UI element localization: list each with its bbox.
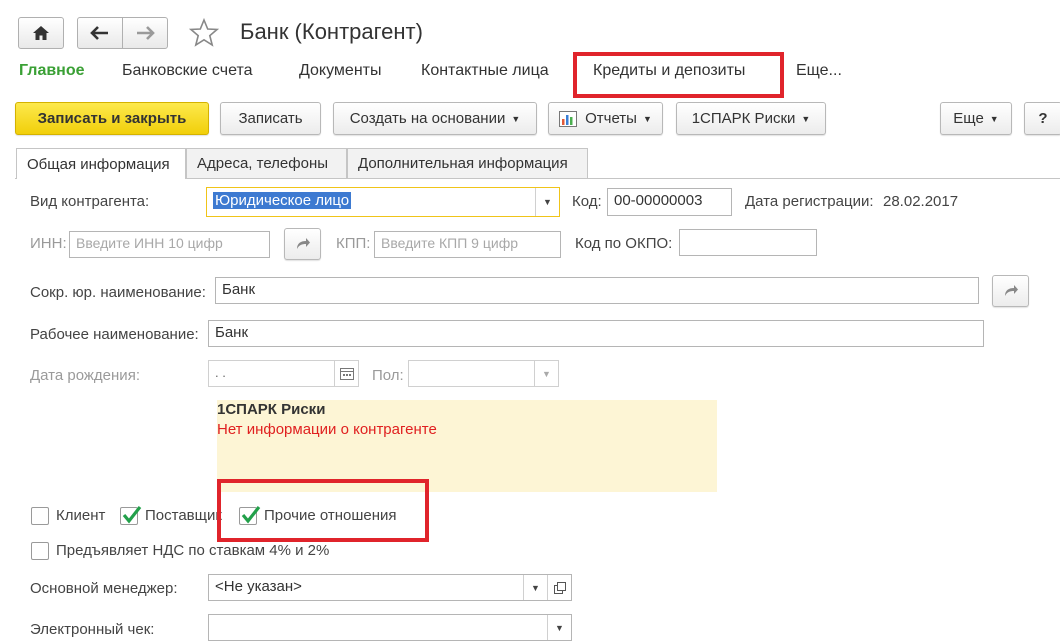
okpo-input[interactable] [679, 229, 817, 256]
spark-panel-title: 1СПАРК Риски [217, 401, 326, 418]
chevron-down-icon[interactable]: ▼ [534, 361, 558, 386]
kind-select[interactable]: Юридическое лицо ▼ [206, 187, 560, 217]
reports-label: Отчеты [585, 110, 637, 127]
save-button[interactable]: Записать [220, 102, 321, 135]
sex-label: Пол: [372, 367, 404, 384]
more-actions-label: Еще [953, 110, 984, 127]
menu-documents[interactable]: Документы [299, 62, 381, 80]
short-name-label: Сокр. юр. наименование: [30, 284, 206, 301]
save-label: Записать [238, 110, 303, 127]
report-chart-icon [559, 110, 578, 127]
back-button[interactable] [77, 17, 123, 49]
supplier-checkbox[interactable] [120, 506, 142, 525]
chevron-down-icon: ▼ [642, 113, 652, 124]
open-item-icon[interactable] [547, 575, 571, 600]
chevron-down-icon[interactable]: ▼ [535, 188, 559, 216]
short-name-fill-button[interactable] [992, 275, 1029, 307]
help-button[interactable]: ? [1024, 102, 1060, 135]
curved-arrow-icon [1004, 285, 1018, 296]
chevron-down-icon: ▼ [989, 113, 999, 124]
create-based-button[interactable]: Создать на основании ▼ [333, 102, 537, 135]
tab-additional[interactable]: Дополнительная информация [347, 148, 588, 178]
code-label: Код: [572, 193, 602, 210]
kpp-label: КПП: [336, 235, 371, 252]
vat-label[interactable]: Предъявляет НДС по ставкам 4% и 2% [56, 542, 329, 559]
tab-additional-label: Дополнительная информация [358, 155, 568, 172]
menu-main[interactable]: Главное [19, 62, 85, 80]
kpp-input[interactable]: Введите КПП 9 цифр [374, 231, 561, 258]
chevron-down-icon[interactable]: ▼ [547, 615, 571, 640]
more-actions-button[interactable]: Еще ▼ [940, 102, 1012, 135]
reports-button[interactable]: Отчеты ▼ [548, 102, 663, 135]
kind-label: Вид контрагента: [30, 193, 150, 210]
home-icon [33, 26, 49, 40]
help-label: ? [1038, 110, 1048, 127]
menu-more[interactable]: Еще... [796, 62, 842, 80]
tab-addresses[interactable]: Адреса, телефоны [186, 148, 347, 178]
inn-input[interactable]: Введите ИНН 10 цифр [69, 231, 270, 258]
sex-select[interactable]: ▼ [408, 360, 559, 387]
spark-label: 1СПАРК Риски [691, 110, 796, 127]
menu-bank-accounts[interactable]: Банковские счета [122, 62, 252, 80]
kind-value: Юридическое лицо [213, 192, 352, 209]
inn-fill-button[interactable] [284, 228, 321, 260]
reg-date-value: 28.02.2017 [883, 193, 959, 210]
highlight-credits-box [573, 52, 784, 98]
client-label[interactable]: Клиент [56, 507, 105, 524]
birth-date-input[interactable]: . . [208, 360, 359, 387]
create-based-label: Создать на основании [349, 110, 506, 127]
chevron-down-icon: ▼ [511, 113, 521, 124]
manager-value: <Не указан> [215, 578, 302, 595]
birth-label: Дата рождения: [30, 367, 140, 384]
curved-arrow-icon [296, 238, 310, 249]
calendar-icon[interactable] [334, 361, 358, 386]
spark-panel-message[interactable]: Нет информации о контрагенте [217, 421, 437, 438]
code-field[interactable]: 00-00000003 [607, 188, 732, 216]
client-checkbox[interactable] [31, 507, 49, 525]
reg-date-label: Дата регистрации: [745, 193, 874, 210]
chevron-down-icon: ▼ [801, 113, 811, 124]
manager-label: Основной менеджер: [30, 580, 178, 597]
supplier-label[interactable]: Поставщик [145, 507, 222, 524]
highlight-other-relations-box [217, 479, 429, 542]
chevron-down-icon[interactable]: ▼ [523, 575, 547, 600]
tab-general-label: Общая информация [27, 155, 170, 173]
save-close-label: Записать и закрыть [37, 110, 187, 127]
short-name-input[interactable]: Банк [215, 277, 979, 304]
arrow-right-icon [137, 26, 155, 40]
save-close-button[interactable]: Записать и закрыть [15, 102, 209, 135]
forward-button[interactable] [122, 17, 168, 49]
work-name-label: Рабочее наименование: [30, 326, 199, 343]
checkmark-icon [122, 506, 142, 524]
tab-general[interactable]: Общая информация [16, 148, 186, 179]
tab-addresses-label: Адреса, телефоны [197, 155, 329, 172]
receipt-label: Электронный чек: [30, 621, 155, 638]
receipt-select[interactable]: ▼ [208, 614, 572, 641]
spark-button[interactable]: 1СПАРК Риски ▼ [676, 102, 826, 135]
okpo-label: Код по ОКПО: [575, 235, 673, 252]
home-button[interactable] [18, 17, 64, 49]
arrow-left-icon [90, 26, 108, 40]
window-title: Банк (Контрагент) [240, 19, 423, 44]
inn-label: ИНН: [30, 235, 67, 252]
birth-date-value: . . [215, 365, 226, 380]
work-name-input[interactable]: Банк [208, 320, 984, 347]
menu-contacts[interactable]: Контактные лица [421, 62, 549, 80]
vat-checkbox[interactable] [31, 542, 49, 560]
manager-select[interactable]: <Не указан> ▼ [208, 574, 572, 601]
favorite-star-icon[interactable] [188, 17, 220, 52]
